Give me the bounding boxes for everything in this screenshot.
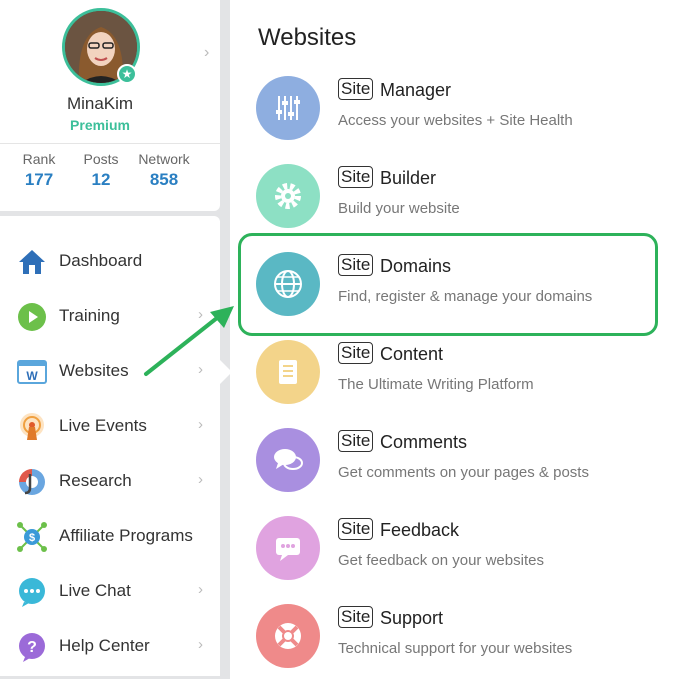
play-icon bbox=[18, 303, 46, 331]
star-icon: ★ bbox=[117, 64, 137, 84]
help-icon: ? bbox=[19, 633, 45, 662]
gear-icon bbox=[275, 183, 301, 209]
stat-value: 177 bbox=[24, 170, 54, 189]
site-item-title: Feedback bbox=[380, 520, 460, 540]
site-badge: Site bbox=[338, 430, 374, 452]
site-badge: Site bbox=[338, 606, 374, 628]
svg-text:$: $ bbox=[29, 532, 35, 544]
site-support-item[interactable]: Site Support Technical support for your we… bbox=[256, 604, 656, 670]
chevron-right-icon: › bbox=[198, 581, 203, 598]
website-icon: W bbox=[17, 360, 47, 384]
stat-value: 858 bbox=[149, 170, 179, 189]
site-item-description: The Ultimate Writing Platform bbox=[338, 376, 534, 393]
sidebar-item-label: Affiliate Programs bbox=[59, 526, 193, 545]
stat-value: 12 bbox=[91, 170, 111, 189]
sidebar-item-label: Training bbox=[59, 306, 120, 325]
affiliate-icon: $ bbox=[17, 522, 47, 552]
broadcast-icon bbox=[20, 413, 44, 440]
site-item-title: Builder bbox=[380, 168, 437, 188]
divider bbox=[0, 143, 220, 144]
comments-icon bbox=[274, 449, 303, 470]
sliders-icon bbox=[276, 96, 300, 120]
site-item-title: Comments bbox=[380, 432, 468, 452]
site-badge: Site bbox=[338, 78, 374, 100]
site-comments-item[interactable]: Site Comments Get comments on your pages &… bbox=[256, 428, 656, 494]
site-item-description: Technical support for your websites bbox=[338, 640, 573, 657]
sidebar-item-live-events[interactable]: Live Events › bbox=[0, 401, 220, 451]
svg-text:?: ? bbox=[27, 639, 37, 656]
site-manager-item[interactable]: Site Manager Access your websites + Site H… bbox=[256, 76, 656, 142]
membership-level: Premium bbox=[70, 117, 130, 133]
sidebar-item-help-center[interactable]: ? Help Center › bbox=[0, 621, 220, 671]
stat-rank[interactable]: Rank 177 bbox=[18, 151, 60, 190]
gear-icon-badge bbox=[256, 164, 320, 228]
site-badge: Site bbox=[338, 166, 374, 188]
stat-posts[interactable]: Posts 12 bbox=[80, 151, 122, 190]
feedback-icon-badge bbox=[256, 516, 320, 580]
sidebar-item-label: Help Center bbox=[59, 636, 150, 655]
sidebar-item-live-chat[interactable]: Live Chat › bbox=[0, 566, 220, 616]
sidebar-item-dashboard[interactable]: Dashboard bbox=[0, 236, 220, 286]
stat-network[interactable]: Network 858 bbox=[134, 151, 194, 190]
username[interactable]: MinaKim bbox=[0, 94, 200, 114]
sidebar-item-research[interactable]: Research › bbox=[0, 456, 220, 506]
chevron-right-icon[interactable]: › bbox=[204, 44, 209, 62]
lifebuoy-icon bbox=[275, 623, 301, 649]
site-content-item[interactable]: Site Content The Ultimate Writing Platform bbox=[256, 340, 656, 406]
site-feedback-item[interactable]: Site Feedback Get feedback on your website… bbox=[256, 516, 656, 582]
stat-label: Posts bbox=[83, 151, 119, 167]
chevron-right-icon: › bbox=[198, 471, 203, 488]
site-item-description: Get feedback on your websites bbox=[338, 552, 544, 569]
site-badge: Site bbox=[338, 342, 374, 364]
chat-icon bbox=[19, 578, 45, 607]
site-item-title: Support bbox=[380, 608, 444, 628]
sidebar-item-label: Research bbox=[59, 471, 132, 490]
document-icon bbox=[279, 360, 297, 384]
site-item-title: Content bbox=[380, 344, 444, 364]
site-item-description: Build your website bbox=[338, 200, 460, 217]
research-icon bbox=[19, 469, 45, 495]
site-item-description: Get comments on your pages & posts bbox=[338, 464, 589, 481]
svg-text:W: W bbox=[26, 369, 38, 383]
home-icon bbox=[19, 250, 45, 274]
chevron-right-icon: › bbox=[198, 416, 203, 433]
highlight-box bbox=[238, 233, 658, 336]
site-item-title: Manager bbox=[380, 80, 452, 100]
sliders-icon-badge bbox=[256, 76, 320, 140]
sidebar-item-label: Live Chat bbox=[59, 581, 131, 600]
page-title: Websites bbox=[258, 24, 357, 51]
stat-label: Rank bbox=[22, 151, 56, 167]
site-item-description: Access your websites + Site Health bbox=[338, 112, 573, 129]
sidebar-item-label: Dashboard bbox=[59, 251, 143, 270]
document-icon-badge bbox=[256, 340, 320, 404]
site-badge: Site bbox=[338, 518, 374, 540]
annotation-arrow bbox=[144, 306, 234, 376]
lifebuoy-icon-badge bbox=[256, 604, 320, 668]
site-builder-item[interactable]: Site Builder Build your website bbox=[256, 164, 656, 230]
comments-icon-badge bbox=[256, 428, 320, 492]
sidebar-menu: Dashboard Training › W Websites › Live E… bbox=[0, 216, 220, 676]
chevron-right-icon: › bbox=[198, 636, 203, 653]
sidebar-item-label: Websites bbox=[59, 361, 129, 380]
sidebar-item-affiliate-programs[interactable]: $ Affiliate Programs bbox=[0, 511, 220, 561]
sidebar-item-label: Live Events bbox=[59, 416, 147, 435]
stat-label: Network bbox=[138, 151, 190, 167]
feedback-icon bbox=[276, 538, 300, 561]
profile-card[interactable]: ★ › MinaKim Premium Rank 177 Posts 12 Ne… bbox=[0, 0, 220, 211]
